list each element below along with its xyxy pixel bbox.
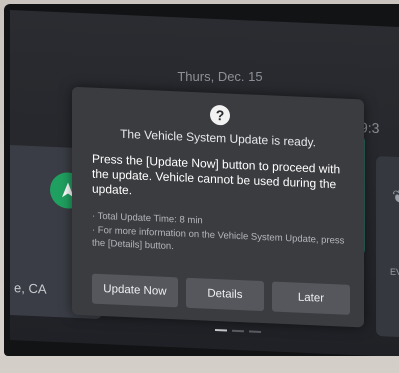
page-indicator <box>215 328 261 333</box>
dialog-message: Press the [Update Now] button to proceed… <box>92 151 341 198</box>
dashboard-trim <box>0 356 399 373</box>
leaf-icon: ❦ <box>392 186 399 208</box>
update-now-button[interactable]: Update Now <box>92 273 178 308</box>
dialog-notes: · Total Update Time: 8 min · For more in… <box>92 210 350 262</box>
ev-label: EV <box>390 266 399 278</box>
question-icon: ? <box>210 104 230 126</box>
page-dot-active <box>215 328 227 332</box>
photo-frame: Thurs, Dec. 15 9:3 e, CA ❦ EV ? The Vehi… <box>0 0 399 373</box>
page-dot <box>249 330 261 333</box>
later-button[interactable]: Later <box>271 281 350 315</box>
ev-widget[interactable] <box>376 155 399 338</box>
update-dialog: ? The Vehicle System Update is ready. Pr… <box>72 86 364 328</box>
status-date: Thurs, Dec. 15 <box>177 69 263 85</box>
page-dot <box>232 329 244 333</box>
dialog-title: The Vehicle System Update is ready. <box>120 126 316 150</box>
details-button[interactable]: Details <box>185 277 264 312</box>
location-text: e, CA <box>14 280 47 297</box>
infotainment-screen: Thurs, Dec. 15 9:3 e, CA ❦ EV ? The Vehi… <box>10 10 399 357</box>
dialog-button-row: Update Now Details Later <box>92 273 350 315</box>
